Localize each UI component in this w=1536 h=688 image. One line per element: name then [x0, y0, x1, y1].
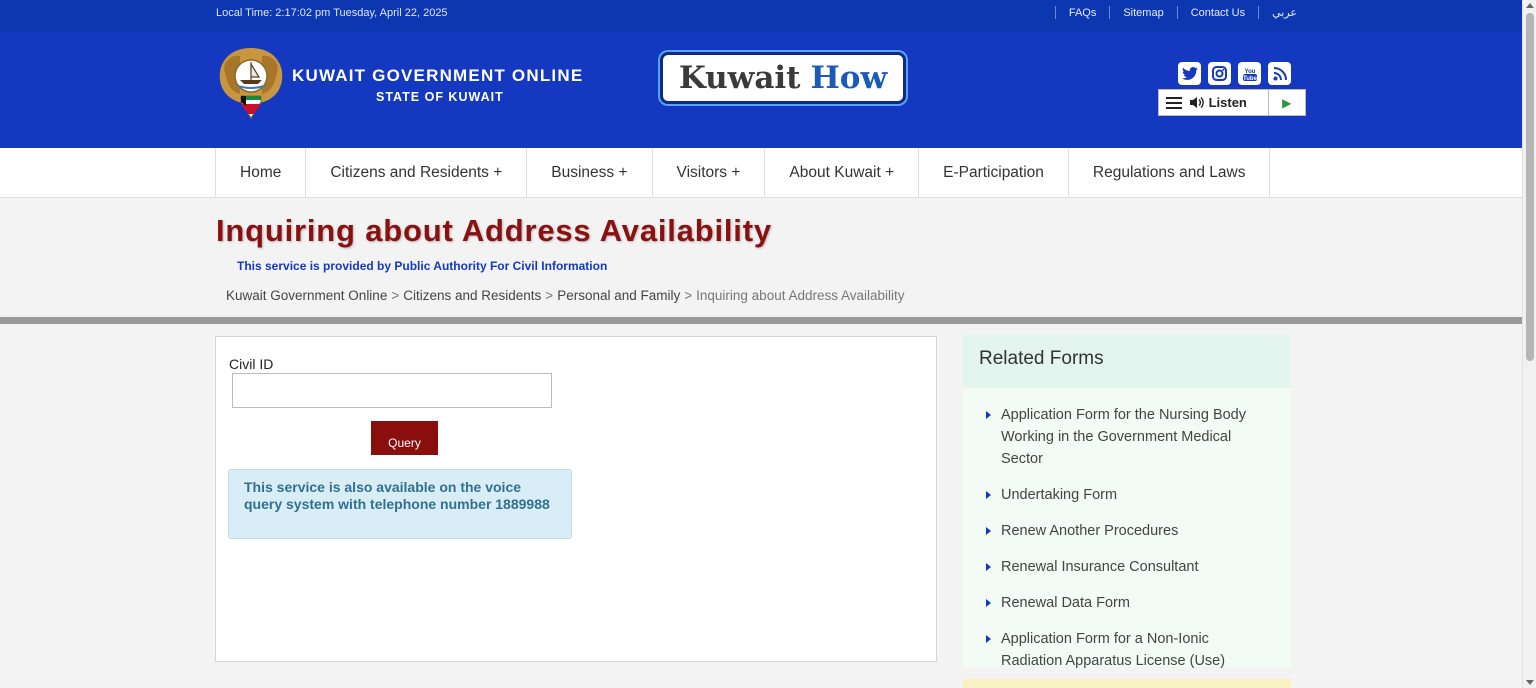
divider — [1176, 6, 1178, 19]
related-form-item[interactable]: Application Form for the Nursing Body Wo… — [985, 404, 1273, 470]
breadcrumb-personal-family[interactable]: Personal and Family — [557, 288, 680, 303]
service-provider: This service is provided by Public Autho… — [237, 259, 608, 273]
main-nav: Home Citizens and Residents + Business +… — [0, 148, 1522, 198]
voice-service-info: This service is also available on the vo… — [228, 469, 572, 539]
related-forms-list: Application Form for the Nursing Body Wo… — [963, 388, 1291, 672]
breadcrumb-citizens[interactable]: Citizens and Residents — [403, 288, 541, 303]
site-header: KUWAIT GOVERNMENT ONLINE STATE OF KUWAIT… — [0, 32, 1522, 148]
kuwait-emblem-icon[interactable] — [216, 46, 286, 120]
contact-us-link[interactable]: Contact Us — [1191, 7, 1245, 19]
related-form-item[interactable]: Renewal Data Form — [985, 592, 1273, 614]
civil-id-input[interactable] — [232, 373, 552, 408]
brand-subtitle: STATE OF KUWAIT — [376, 90, 504, 104]
related-form-item[interactable]: Application Form for a Non-Ionic Radiati… — [985, 628, 1273, 672]
youtube-icon[interactable]: You Tube — [1238, 62, 1261, 85]
nav-citizens-and-residents[interactable]: Citizens and Residents + — [306, 148, 528, 198]
nav-about-kuwait[interactable]: About Kuwait + — [765, 148, 920, 198]
breadcrumb: Kuwait Government Online > Citizens and Re… — [226, 288, 905, 303]
instagram-icon[interactable] — [1208, 62, 1231, 85]
query-button[interactable]: Query — [371, 421, 438, 455]
page-scrollbar[interactable] — [1522, 0, 1536, 688]
arabic-language-link[interactable]: عربي — [1272, 6, 1297, 19]
kuwait-how-word2: How — [810, 60, 888, 96]
scroll-up-arrow-icon[interactable] — [1526, 3, 1534, 8]
scroll-down-arrow-icon[interactable] — [1526, 680, 1534, 685]
related-form-item[interactable]: Undertaking Form — [985, 484, 1273, 506]
sitemap-link[interactable]: Sitemap — [1123, 7, 1163, 19]
faqs-link[interactable]: FAQs — [1069, 7, 1097, 19]
listen-label: Listen — [1208, 95, 1247, 110]
brand-title[interactable]: KUWAIT GOVERNMENT ONLINE — [292, 66, 583, 86]
civil-id-label: Civil ID — [229, 356, 274, 372]
listen-widget: Listen ▶ — [1158, 89, 1306, 116]
rss-icon[interactable] — [1268, 62, 1291, 85]
divider — [1258, 6, 1260, 19]
related-forms-heading: Related Forms — [963, 335, 1291, 388]
nav-visitors[interactable]: Visitors + — [653, 148, 766, 198]
twitter-icon[interactable] — [1178, 62, 1201, 85]
nav-regulations-and-laws[interactable]: Regulations and Laws — [1069, 148, 1271, 198]
svg-text:Tube: Tube — [1243, 76, 1258, 82]
play-icon[interactable]: ▶ — [1267, 90, 1306, 115]
social-links: You Tube — [1178, 62, 1291, 85]
page-title: Inquiring about Address Availability — [216, 213, 772, 248]
nav-home[interactable]: Home — [216, 148, 307, 198]
top-bar: Local Time: 2:17:02 pm Tuesday, April 22… — [0, 0, 1522, 32]
breadcrumb-home[interactable]: Kuwait Government Online — [226, 288, 387, 303]
inquiry-form-panel: Civil ID Query This service is also avai… — [215, 336, 937, 662]
speaker-icon — [1189, 97, 1204, 108]
local-time: Local Time: 2:17:02 pm Tuesday, April 22… — [216, 7, 448, 19]
nav-e-participation[interactable]: E-Participation — [919, 148, 1069, 198]
related-form-item[interactable]: Renewal Insurance Consultant — [985, 556, 1273, 578]
breadcrumb-current: Inquiring about Address Availability — [696, 288, 905, 303]
scrollbar-thumb[interactable] — [1526, 13, 1534, 361]
related-form-item[interactable]: Renew Another Procedures — [985, 520, 1273, 542]
top-links: FAQs Sitemap Contact Us عربي — [1042, 6, 1297, 19]
section-divider — [0, 317, 1522, 324]
related-forms-panel: Related Forms Application Form for the N… — [963, 335, 1291, 669]
divider — [1054, 6, 1056, 19]
kuwait-how-logo[interactable]: Kuwait How — [660, 52, 906, 104]
hamburger-menu-icon[interactable] — [1159, 90, 1189, 115]
next-panel-edge — [963, 679, 1291, 688]
divider — [1109, 6, 1111, 19]
kuwait-how-word1: Kuwait — [678, 60, 801, 96]
listen-button[interactable]: Listen — [1189, 95, 1268, 110]
nav-business[interactable]: Business + — [527, 148, 653, 198]
